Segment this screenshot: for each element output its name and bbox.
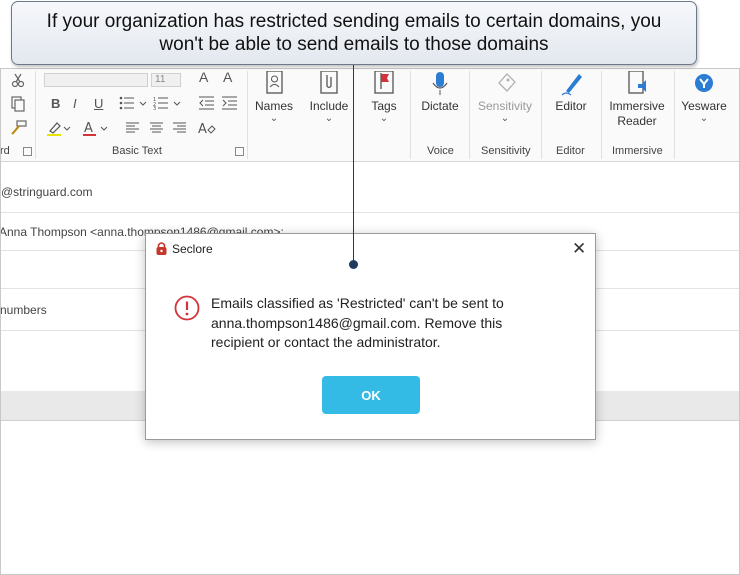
immersive-group-label: Immersive <box>612 145 663 157</box>
format-painter-icon[interactable] <box>10 120 27 136</box>
dictate-button[interactable]: Dictate <box>417 71 463 114</box>
bold-button[interactable]: B <box>51 96 60 111</box>
sensitivity-group-label: Sensitivity <box>481 145 531 157</box>
cut-icon[interactable] <box>11 73 25 87</box>
callout-line-1: If your organization has restricted send… <box>46 11 662 32</box>
from-address: @stringuard.com <box>1 185 93 199</box>
chevron-down-icon: ⌄ <box>324 113 334 124</box>
font-color-icon[interactable]: A <box>83 120 109 136</box>
ok-button[interactable]: OK <box>322 376 420 414</box>
editor-button[interactable]: Editor <box>548 71 594 114</box>
italic-button[interactable]: I <box>73 96 77 111</box>
from-row: @stringuard.com <box>1 163 739 213</box>
annotation-callout: If your organization has restricted send… <box>11 1 697 65</box>
underline-button[interactable]: U <box>94 96 103 111</box>
yesware-button[interactable]: Yesware ⌄ <box>679 71 729 124</box>
clear-formatting-icon[interactable]: A <box>198 120 216 136</box>
numbering-icon[interactable]: 1 2 3 <box>153 96 183 110</box>
chevron-down-icon: ⌄ <box>699 113 709 124</box>
sensitivity-button[interactable]: Sensitivity ⌄ <box>475 71 535 124</box>
subject-text[interactable]: numbers <box>1 303 47 317</box>
increase-indent-icon[interactable] <box>222 96 238 110</box>
tags-button[interactable]: Tags ⌄ <box>365 71 403 124</box>
microphone-icon <box>432 72 448 95</box>
dialog-title: Seclore <box>172 242 213 256</box>
warning-icon <box>174 295 200 321</box>
align-right-icon[interactable] <box>173 122 187 134</box>
dialog-message: Emails classified as 'Restricted' can't … <box>211 295 504 350</box>
names-button[interactable]: Names ⌄ <box>252 71 296 124</box>
font-name-combo[interactable] <box>44 73 148 87</box>
svg-text:A: A <box>84 121 93 136</box>
voice-group-label: Voice <box>427 145 454 157</box>
editor-group-label: Editor <box>556 145 585 157</box>
flag-icon <box>374 71 394 94</box>
highlight-icon[interactable] <box>47 120 71 136</box>
immersive-reader-button[interactable]: Immersive Reader <box>606 71 668 129</box>
callout-pointer-line <box>353 65 354 264</box>
basic-text-group-label: Basic Text <box>112 145 162 157</box>
editor-pen-icon <box>561 74 582 96</box>
callout-line-2: won't be able to send emails to those do… <box>159 34 549 55</box>
address-book-icon <box>266 71 283 94</box>
paperclip-icon <box>320 71 338 94</box>
decrease-indent-icon[interactable] <box>199 96 215 110</box>
seclore-dialog: Seclore ✕ Emails classified as 'Restrict… <box>145 233 596 440</box>
align-center-icon[interactable] <box>150 122 164 134</box>
font-size-combo[interactable]: 11 <box>151 73 181 87</box>
shrink-font-icon[interactable]: A <box>223 69 232 85</box>
close-icon[interactable]: ✕ <box>572 239 586 259</box>
seclore-lock-icon <box>156 242 167 255</box>
callout-pointer-dot <box>349 260 358 269</box>
align-left-icon[interactable] <box>126 122 140 134</box>
clipboard-launcher-icon[interactable] <box>23 147 32 156</box>
ribbon: rd 11 A A B I U 1 2 3 A A Basic Text Nam… <box>0 69 739 162</box>
grow-font-icon[interactable]: A <box>199 69 208 85</box>
clipboard-group-label: rd <box>0 145 10 157</box>
chevron-down-icon: ⌄ <box>500 113 510 124</box>
sensitivity-label-icon <box>498 73 516 92</box>
include-button[interactable]: Include ⌄ <box>306 71 352 124</box>
chevron-down-icon: ⌄ <box>269 113 279 124</box>
yesware-logo-icon <box>695 74 713 92</box>
svg-text:A: A <box>198 122 207 136</box>
basic-text-launcher-icon[interactable] <box>235 147 244 156</box>
chevron-down-icon: ⌄ <box>379 113 389 124</box>
immersive-reader-icon <box>628 71 646 94</box>
svg-text:3: 3 <box>153 106 156 110</box>
copy-icon[interactable] <box>11 96 25 112</box>
bullets-icon[interactable] <box>119 96 149 110</box>
message-body[interactable] <box>1 421 739 574</box>
